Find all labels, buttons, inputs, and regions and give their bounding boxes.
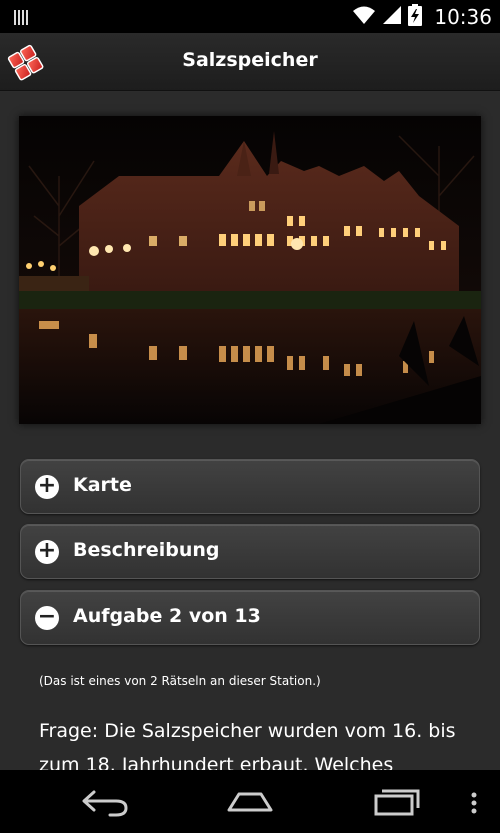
- section-aufgabe[interactable]: − Aufgabe 2 von 13: [20, 590, 480, 645]
- riddle-note: (Das ist eines von 2 Rätseln an dieser S…: [39, 674, 321, 688]
- section-karte[interactable]: + Karte: [20, 459, 480, 514]
- wifi-icon: [352, 5, 376, 29]
- plus-icon: +: [35, 475, 59, 499]
- page-title: Salzspeicher: [182, 49, 318, 71]
- home-icon[interactable]: [225, 784, 275, 822]
- signal-bars-icon: [12, 7, 32, 31]
- minus-icon: −: [35, 606, 59, 630]
- section-label: Aufgabe 2 von 13: [73, 605, 261, 627]
- main-content: + Karte + Beschreibung − Aufgabe 2 von 1…: [0, 92, 500, 770]
- recent-apps-icon[interactable]: [372, 784, 422, 822]
- status-clock: 10:36: [434, 4, 492, 29]
- navigation-bar: [0, 770, 500, 833]
- section-label: Karte: [73, 474, 132, 496]
- overflow-menu-icon[interactable]: [468, 792, 480, 818]
- question-text: Frage: Die Salzspeicher wurden vom 16. b…: [39, 720, 456, 770]
- station-photo: [19, 116, 481, 424]
- status-bar: 10:36: [0, 0, 500, 33]
- battery-charging-icon: [408, 3, 423, 30]
- section-label: Beschreibung: [73, 539, 220, 561]
- plus-icon: +: [35, 540, 59, 564]
- cell-signal-icon: [382, 5, 402, 29]
- action-bar: Salzspeicher: [0, 33, 500, 91]
- section-beschreibung[interactable]: + Beschreibung: [20, 524, 480, 579]
- back-icon[interactable]: [80, 784, 130, 822]
